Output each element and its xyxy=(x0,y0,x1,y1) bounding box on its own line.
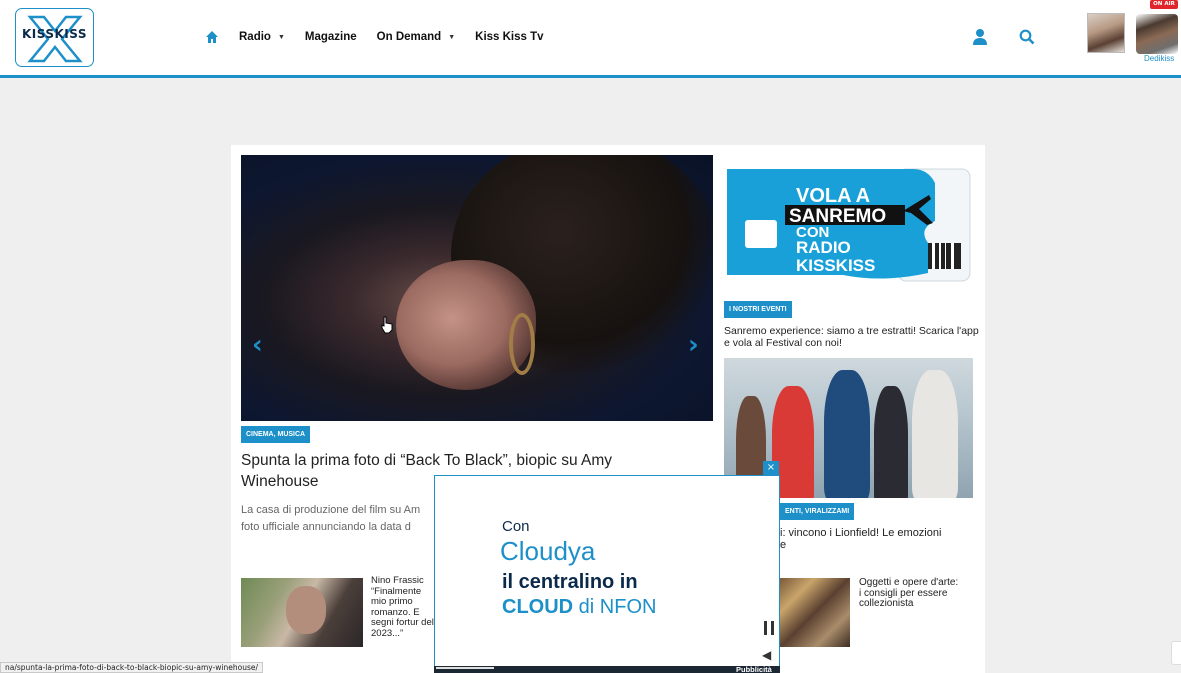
logo-text: KISSKISS xyxy=(21,27,88,41)
event-article-title[interactable]: Sanremo experience: siamo a tre estratti… xyxy=(724,325,979,349)
category-tag[interactable]: CINEMA, MUSICA xyxy=(241,426,311,443)
nav-label: Kiss Kiss Tv xyxy=(475,31,544,43)
ad-progress-bar xyxy=(434,666,780,673)
kisskiss-logo[interactable]: KISSKISS xyxy=(15,8,94,67)
ad-close-button[interactable]: × xyxy=(763,461,779,475)
ad-text: CLOUD di NFON xyxy=(502,596,656,619)
home-icon[interactable] xyxy=(205,30,219,44)
dedikiss-link[interactable]: Dedikiss xyxy=(1144,54,1174,63)
article-thumbnail[interactable] xyxy=(780,578,850,647)
ad-text-bold: CLOUD xyxy=(502,596,574,618)
side-tab[interactable] xyxy=(1171,641,1181,665)
site-header: KISSKISS Radio ▼ Magazine On Demand ▼ Kiss… xyxy=(0,0,1181,78)
dj-avatar[interactable] xyxy=(1087,13,1125,53)
banner-line: RADIO xyxy=(796,238,851,257)
photo-person xyxy=(912,370,958,498)
hero-excerpt: La casa di produzione del film su Am fot… xyxy=(241,502,436,536)
chevron-down-icon: ▼ xyxy=(448,33,456,41)
ad-text-rest: di NFON xyxy=(573,596,657,618)
thumbnail-person xyxy=(286,586,326,634)
main-nav: Radio ▼ Magazine On Demand ▼ Kiss Kiss Tv xyxy=(205,30,564,44)
nav-label: On Demand xyxy=(376,31,442,43)
nav-item-kiss-kiss-tv[interactable]: Kiss Kiss Tv xyxy=(475,31,543,43)
article-title[interactable]: Oggetti e opere d'arte: i consigli per e… xyxy=(859,577,959,610)
onair-badge: ON AIR xyxy=(1150,0,1178,9)
hero-image-earring xyxy=(509,313,535,375)
viral-line: i: vincono i Lionfield! Le emozioni xyxy=(780,527,942,539)
photo-person xyxy=(824,370,870,498)
ad-text: Con xyxy=(502,518,530,535)
ad-progress-fill xyxy=(436,667,494,669)
photo-person xyxy=(874,386,908,498)
sanremo-banner[interactable]: VOLA A SANREMO CON RADIO KISSKISS xyxy=(723,165,973,288)
pause-icon[interactable] xyxy=(764,621,774,635)
ad-text: il centralino in xyxy=(502,571,638,593)
user-icon[interactable] xyxy=(973,29,987,45)
browser-status-url: na/spunta-la-prima-foto-di-back-to-black… xyxy=(0,662,264,673)
slider-next-arrow[interactable]: › xyxy=(688,330,699,360)
banner-line: KISSKISS xyxy=(796,256,875,275)
excerpt-line: La casa di produzione del film su Am xyxy=(241,504,421,516)
hand-cursor-icon xyxy=(381,316,393,334)
hero-slider-image[interactable] xyxy=(241,155,713,421)
ad-label: Pubblicità xyxy=(736,665,772,673)
slider-prev-arrow[interactable]: ‹ xyxy=(252,330,263,360)
search-icon[interactable] xyxy=(1019,29,1035,45)
onair-dj-avatar[interactable] xyxy=(1136,14,1178,54)
volume-icon[interactable]: ◀ xyxy=(762,648,771,662)
viral-line: e xyxy=(780,539,787,551)
viral-tag[interactable]: ENTI, VIRALIZZAMI xyxy=(780,503,855,520)
article-title[interactable]: Nino Frassic “Finalmente mio primo roman… xyxy=(371,575,435,639)
excerpt-line: foto ufficiale annunciando la data d xyxy=(241,521,411,533)
nav-label: Radio xyxy=(239,31,271,43)
banner-line: VOLA A xyxy=(796,185,870,207)
chevron-down-icon: ▼ xyxy=(277,33,285,41)
nav-item-radio[interactable]: Radio ▼ xyxy=(239,31,285,43)
nav-label: Magazine xyxy=(304,31,357,43)
ad-brand: Cloudya xyxy=(500,536,596,566)
nav-item-on-demand[interactable]: On Demand ▼ xyxy=(377,31,455,43)
article-thumbnail[interactable] xyxy=(241,578,363,647)
viral-article-title[interactable]: i: vincono i Lionfield! Le emozioni e xyxy=(780,527,975,551)
events-tag[interactable]: I NOSTRI EVENTI xyxy=(724,301,792,318)
nav-item-magazine[interactable]: Magazine xyxy=(305,31,357,43)
